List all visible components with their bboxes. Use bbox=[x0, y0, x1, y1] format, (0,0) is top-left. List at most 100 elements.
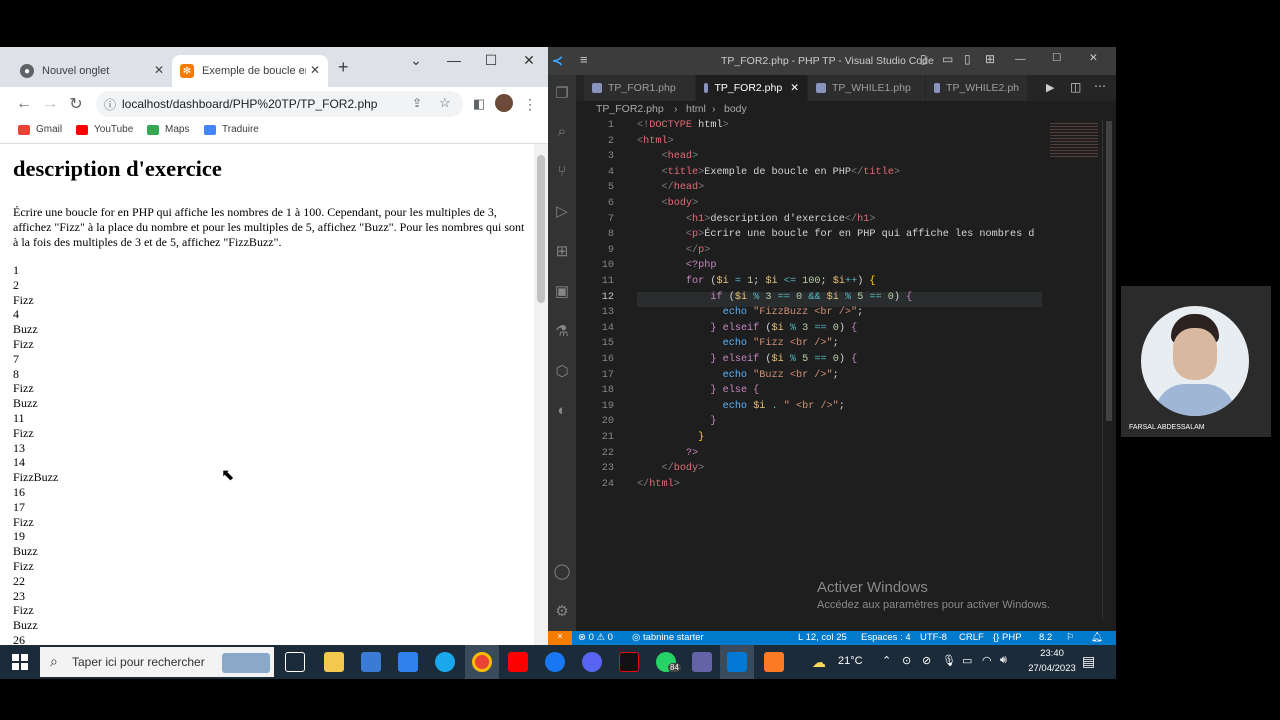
microphone-icon[interactable]: 🎙︎ bbox=[942, 654, 956, 667]
code-token: > bbox=[667, 135, 674, 147]
discord-icon[interactable] bbox=[582, 652, 602, 672]
remote-indicator-icon[interactable]: × bbox=[548, 631, 572, 645]
notifications-icon[interactable]: 🔔︎ bbox=[1091, 632, 1103, 643]
vs-maximize-button[interactable]: ☐ bbox=[1052, 52, 1061, 64]
vscode-taskbar-icon[interactable] bbox=[727, 652, 747, 672]
profile-avatar[interactable] bbox=[495, 94, 513, 112]
file-explorer-icon[interactable] bbox=[324, 652, 344, 672]
info-icon[interactable]: ⓘ bbox=[104, 96, 116, 113]
tab-tp-for1[interactable]: TP_FOR1.php bbox=[584, 75, 696, 101]
youtube-taskbar-icon[interactable] bbox=[508, 652, 528, 672]
code-token: > bbox=[893, 166, 900, 178]
address-bar[interactable]: ⓘ localhost/dashboard/PHP%20TP/TP_FOR2.p… bbox=[96, 91, 463, 117]
vs-minimize-button[interactable]: — bbox=[1015, 53, 1026, 65]
maximize-button[interactable]: ☐ bbox=[473, 47, 509, 73]
side-panel-icon[interactable]: ◧ bbox=[470, 95, 488, 113]
open-preview-icon[interactable]: ▶ bbox=[1046, 81, 1054, 94]
task-view-icon[interactable] bbox=[285, 652, 305, 672]
edge-icon[interactable] bbox=[435, 652, 455, 672]
minimap[interactable] bbox=[1044, 119, 1102, 619]
breadcrumb-html[interactable]: html bbox=[686, 103, 706, 115]
output-line: 19 bbox=[13, 529, 25, 544]
tab-tp-while2[interactable]: TP_WHILE2.ph bbox=[926, 75, 1028, 101]
forward-button[interactable]: → bbox=[41, 95, 59, 113]
vs-close-button[interactable]: ✕ bbox=[1089, 52, 1098, 64]
bookmark-maps[interactable]: Maps bbox=[147, 124, 189, 135]
toggle-panel-icon[interactable]: ▭ bbox=[942, 52, 953, 66]
new-tab-button[interactable]: + bbox=[338, 57, 349, 78]
tab-exemple-boucle[interactable]: ✻ Exemple de boucle en P ✕ bbox=[172, 55, 328, 87]
bookmark-gmail[interactable]: Gmail bbox=[18, 124, 62, 135]
bookmark-label: Maps bbox=[165, 124, 190, 135]
cursor-position[interactable]: L 12, col 25 bbox=[798, 632, 847, 643]
hamburger-menu-icon[interactable]: ≡ bbox=[580, 52, 588, 67]
clock-time[interactable]: 23:40 bbox=[1025, 648, 1079, 659]
close-tab-icon[interactable]: ✕ bbox=[310, 63, 320, 77]
tab-new-tab[interactable]: ● Nouvel onglet ✕ bbox=[12, 55, 172, 87]
tab-label: TP_WHILE1.php bbox=[832, 82, 911, 94]
line-number: 3 bbox=[607, 151, 614, 163]
editor-scrollbar-thumb[interactable] bbox=[1106, 121, 1112, 421]
back-button[interactable]: ← bbox=[15, 95, 33, 113]
close-window-button[interactable]: ✕ bbox=[511, 47, 547, 73]
chrome-taskbar-icon[interactable] bbox=[472, 652, 492, 672]
close-tab-icon[interactable]: ✕ bbox=[154, 63, 164, 77]
reload-button[interactable]: ↻ bbox=[67, 95, 85, 113]
toggle-secondary-sidebar-icon[interactable]: ▯ bbox=[964, 52, 971, 66]
customize-layout-icon[interactable]: ⊞ bbox=[985, 52, 995, 66]
code-line: </p> bbox=[637, 245, 710, 256]
windows-activation-watermark: Activer Windows Accédez aux paramètres p… bbox=[817, 579, 1050, 611]
tabnine-status[interactable]: ◎ tabnine starter bbox=[632, 632, 704, 643]
mail-icon[interactable] bbox=[398, 652, 418, 672]
start-button[interactable] bbox=[12, 654, 28, 670]
show-hidden-icons-icon[interactable]: ⌃ bbox=[882, 654, 891, 667]
xampp-taskbar-icon[interactable] bbox=[764, 652, 784, 672]
indentation[interactable]: Espaces : 4 bbox=[861, 632, 911, 643]
feedback-icon[interactable]: ⚐ bbox=[1066, 632, 1075, 643]
toggle-sidebar-icon[interactable]: ▯ bbox=[920, 52, 927, 66]
close-tab-icon[interactable]: ✕ bbox=[790, 82, 799, 94]
taskbar-search[interactable]: ⌕ Taper ici pour rechercher bbox=[40, 647, 274, 677]
language-mode[interactable]: {} PHP bbox=[993, 632, 1022, 643]
editor-scrollbar[interactable] bbox=[1102, 119, 1115, 619]
share-icon[interactable]: ⇪ bbox=[412, 96, 422, 110]
battery-icon[interactable]: ▭ bbox=[962, 654, 972, 667]
weather-temp[interactable]: 21°C bbox=[838, 655, 863, 667]
manage-gear-icon[interactable]: ⚙ bbox=[552, 601, 572, 621]
more-actions-icon[interactable]: ⋯ bbox=[1094, 79, 1106, 93]
notification-center-icon[interactable]: ▤ bbox=[1082, 653, 1095, 670]
network-icon[interactable]: ⊙ bbox=[902, 654, 911, 667]
bookmark-star-icon[interactable]: ☆ bbox=[439, 95, 451, 111]
code-line: echo $i . " <br />"; bbox=[637, 401, 845, 412]
wifi-icon[interactable]: ◠ bbox=[982, 654, 992, 667]
code-editor[interactable]: 1 2 3 4 5 6 7 8 9 10 11 12 13 14 15 16 17 18 19 20 21 22 23 24 … bbox=[576, 119, 1044, 619]
php-version[interactable]: 8.2 bbox=[1039, 632, 1052, 643]
tab-search-icon[interactable]: ⌄ bbox=[398, 47, 434, 73]
clock-date[interactable]: 27/04/2023 bbox=[1025, 663, 1079, 674]
split-editor-icon[interactable]: ◫ bbox=[1070, 80, 1081, 94]
netflix-icon[interactable] bbox=[619, 652, 639, 672]
menu-icon[interactable]: ⋮ bbox=[521, 95, 539, 113]
tab-tp-while1[interactable]: TP_WHILE1.php bbox=[808, 75, 926, 101]
explorer-icon[interactable]: ❐ bbox=[552, 83, 572, 103]
ms-store-icon[interactable] bbox=[361, 652, 381, 672]
bookmark-youtube[interactable]: YouTube bbox=[76, 124, 133, 135]
page-scrollbar-thumb[interactable] bbox=[537, 155, 545, 303]
weather-icon[interactable]: ☁ bbox=[812, 654, 826, 671]
tab-tp-for2[interactable]: TP_FOR2.php ✕ bbox=[696, 75, 808, 101]
breadcrumb-file[interactable]: TP_FOR2.php bbox=[596, 103, 664, 115]
mic-muted-icon[interactable]: ⊘ bbox=[922, 654, 931, 667]
problems-count[interactable]: ⊗ 0 ⚠ 0 bbox=[578, 632, 613, 643]
end-of-line[interactable]: CRLF bbox=[959, 632, 984, 643]
minimize-button[interactable]: — bbox=[436, 47, 472, 73]
encoding[interactable]: UTF-8 bbox=[920, 632, 947, 643]
breadcrumb-body[interactable]: body bbox=[724, 103, 747, 115]
accounts-icon[interactable]: ◯ bbox=[552, 561, 572, 581]
code-token: % bbox=[747, 291, 766, 303]
teams-icon[interactable] bbox=[692, 652, 712, 672]
code-token: % bbox=[783, 354, 803, 365]
volume-icon[interactable]: 🔊︎ bbox=[1000, 654, 1007, 667]
code-token: == bbox=[863, 291, 888, 303]
bookmark-traduire[interactable]: Traduire bbox=[204, 124, 259, 135]
facebook-icon[interactable] bbox=[545, 652, 565, 672]
